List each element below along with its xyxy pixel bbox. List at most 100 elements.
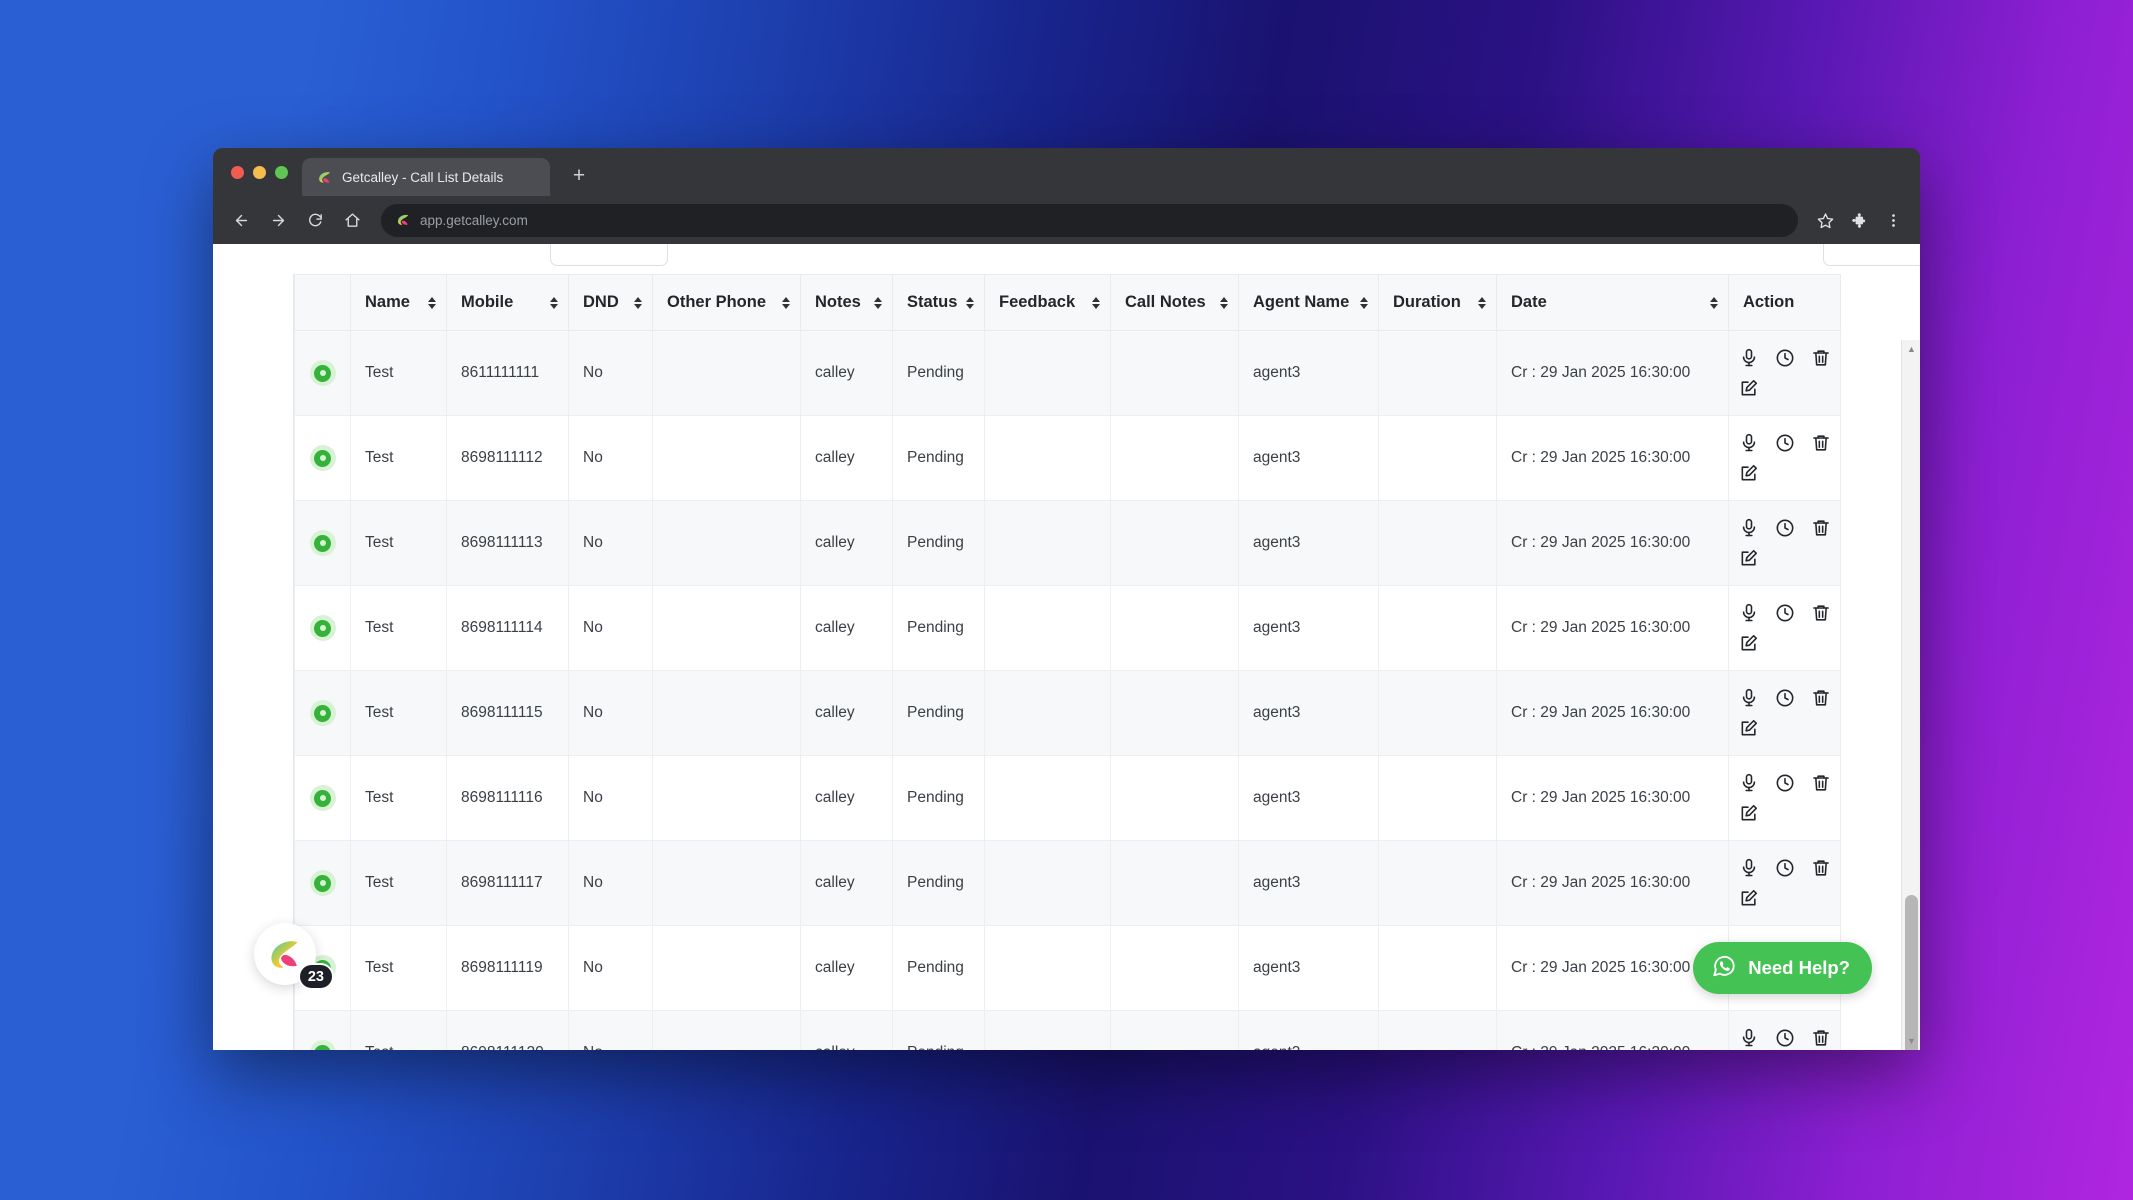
three-dot-menu-icon[interactable] [1878,205,1908,235]
clock-icon[interactable] [1775,688,1795,708]
sort-toggle-icon[interactable] [550,296,558,309]
page-scrollbar[interactable]: ▲ ▼ [1901,340,1920,1050]
call-ready-icon[interactable] [309,530,336,556]
sort-toggle-icon[interactable] [1360,296,1368,309]
chat-widget[interactable]: 23 [254,923,334,990]
clock-icon[interactable] [1775,518,1795,538]
sort-toggle-icon[interactable] [634,296,642,309]
sort-toggle-icon[interactable] [1092,296,1100,309]
trash-icon[interactable] [1811,688,1831,708]
need-help-button[interactable]: Need Help? [1693,942,1872,994]
page-entries-select[interactable] [550,244,668,266]
star-icon[interactable] [1810,205,1840,235]
trash-icon[interactable] [1811,518,1831,538]
sort-toggle-icon[interactable] [428,296,436,309]
page-search-input[interactable] [1823,244,1920,266]
column-header-date[interactable]: Date [1496,274,1729,331]
trash-icon[interactable] [1811,773,1831,793]
microphone-icon[interactable] [1739,603,1759,623]
table-row[interactable]: Test 8698111114 No calley Pending agent3 Cr : … [294,585,1841,671]
call-ready-icon[interactable] [309,615,336,641]
microphone-icon[interactable] [1739,348,1759,368]
sort-toggle-icon[interactable] [1478,296,1486,309]
column-header-other-phone[interactable]: Other Phone [652,274,801,331]
edit-icon[interactable] [1739,548,1759,568]
row-cell-other-phone [652,925,801,1011]
home-icon[interactable] [336,204,369,237]
column-header-duration[interactable]: Duration [1378,274,1497,331]
microphone-icon[interactable] [1739,773,1759,793]
address-bar-url: app.getcalley.com [420,212,528,228]
edit-icon[interactable] [1739,888,1759,908]
edit-icon[interactable] [1739,803,1759,823]
table-row[interactable]: Test 8698111112 No calley Pending agent3 Cr : … [294,415,1841,501]
forward-icon[interactable] [262,204,295,237]
column-header-status-text[interactable]: Status [892,274,985,331]
column-header-dnd[interactable]: DND [568,274,653,331]
edit-icon[interactable] [1739,633,1759,653]
call-ready-icon[interactable] [309,1040,336,1050]
scroll-up-arrow-icon[interactable]: ▲ [1902,340,1920,358]
new-tab-button[interactable]: + [564,162,594,192]
close-window-button[interactable] [231,165,244,179]
clock-icon[interactable] [1775,1028,1795,1048]
sort-toggle-icon[interactable] [874,296,882,309]
table-row[interactable]: Test 8698111115 No calley Pending agent3 Cr : … [294,670,1841,756]
call-ready-icon[interactable] [309,445,336,471]
column-header-feedback[interactable]: Feedback [984,274,1111,331]
trash-icon[interactable] [1811,348,1831,368]
puzzle-icon[interactable] [1844,205,1874,235]
back-icon[interactable] [225,204,258,237]
column-header-label: Mobile [461,293,514,311]
address-bar[interactable]: app.getcalley.com [381,203,1798,237]
clock-icon[interactable] [1775,603,1795,623]
column-header-label: Name [365,293,410,311]
row-cell-call-notes [1110,1010,1239,1050]
call-ready-icon[interactable] [309,785,336,811]
reload-icon[interactable] [299,204,332,237]
row-status-cell [294,670,351,756]
column-header-mobile[interactable]: Mobile [446,274,569,331]
column-header-notes[interactable]: Notes [800,274,893,331]
call-ready-icon[interactable] [309,700,336,726]
call-ready-icon[interactable] [309,870,336,896]
table-row[interactable]: Test8698111120No calleyPending agent3 Cr : … [294,1010,1841,1050]
microphone-icon[interactable] [1739,688,1759,708]
trash-icon[interactable] [1811,433,1831,453]
browser-window: Getcalley - Call List Details + app.getc… [213,148,1920,1050]
sort-toggle-icon[interactable] [782,296,790,309]
sort-toggle-icon[interactable] [1220,296,1228,309]
sort-toggle-icon[interactable] [1710,296,1718,309]
minimize-window-button[interactable] [253,165,266,179]
row-cell-other-phone [652,415,801,501]
column-header-agent-name[interactable]: Agent Name [1238,274,1379,331]
sort-toggle-icon[interactable] [966,296,974,309]
call-ready-icon[interactable] [309,360,336,386]
clock-icon[interactable] [1775,858,1795,878]
edit-icon[interactable] [1739,378,1759,398]
maximize-window-button[interactable] [275,165,288,179]
microphone-icon[interactable] [1739,433,1759,453]
edit-icon[interactable] [1739,718,1759,738]
clock-icon[interactable] [1775,433,1795,453]
scrollbar-thumb[interactable] [1905,895,1918,1050]
trash-icon[interactable] [1811,858,1831,878]
microphone-icon[interactable] [1739,858,1759,878]
scroll-down-arrow-icon[interactable]: ▼ [1902,1032,1920,1050]
clock-icon[interactable] [1775,773,1795,793]
clock-icon[interactable] [1775,348,1795,368]
column-header-call-notes[interactable]: Call Notes [1110,274,1239,331]
table-row[interactable]: Test 8698111113 No calley Pending agent3 Cr : … [294,500,1841,586]
table-row[interactable]: Test 8611111111 No calley Pending agent3 Cr : … [294,330,1841,416]
column-header-name[interactable]: Name [350,274,447,331]
trash-icon[interactable] [1811,1028,1831,1048]
edit-icon[interactable] [1739,463,1759,483]
table-row[interactable]: Test 8698111119 No calley Pending agent3 Cr : … [294,925,1841,1011]
table-row[interactable]: Test 8698111117 No calley Pending agent3 Cr : … [294,840,1841,926]
table-row[interactable]: Test 8698111116 No calley Pending agent3 Cr : … [294,755,1841,841]
row-cell-name: Test [350,670,447,756]
browser-tab[interactable]: Getcalley - Call List Details [302,158,550,196]
microphone-icon[interactable] [1739,518,1759,538]
microphone-icon[interactable] [1739,1028,1759,1048]
trash-icon[interactable] [1811,603,1831,623]
